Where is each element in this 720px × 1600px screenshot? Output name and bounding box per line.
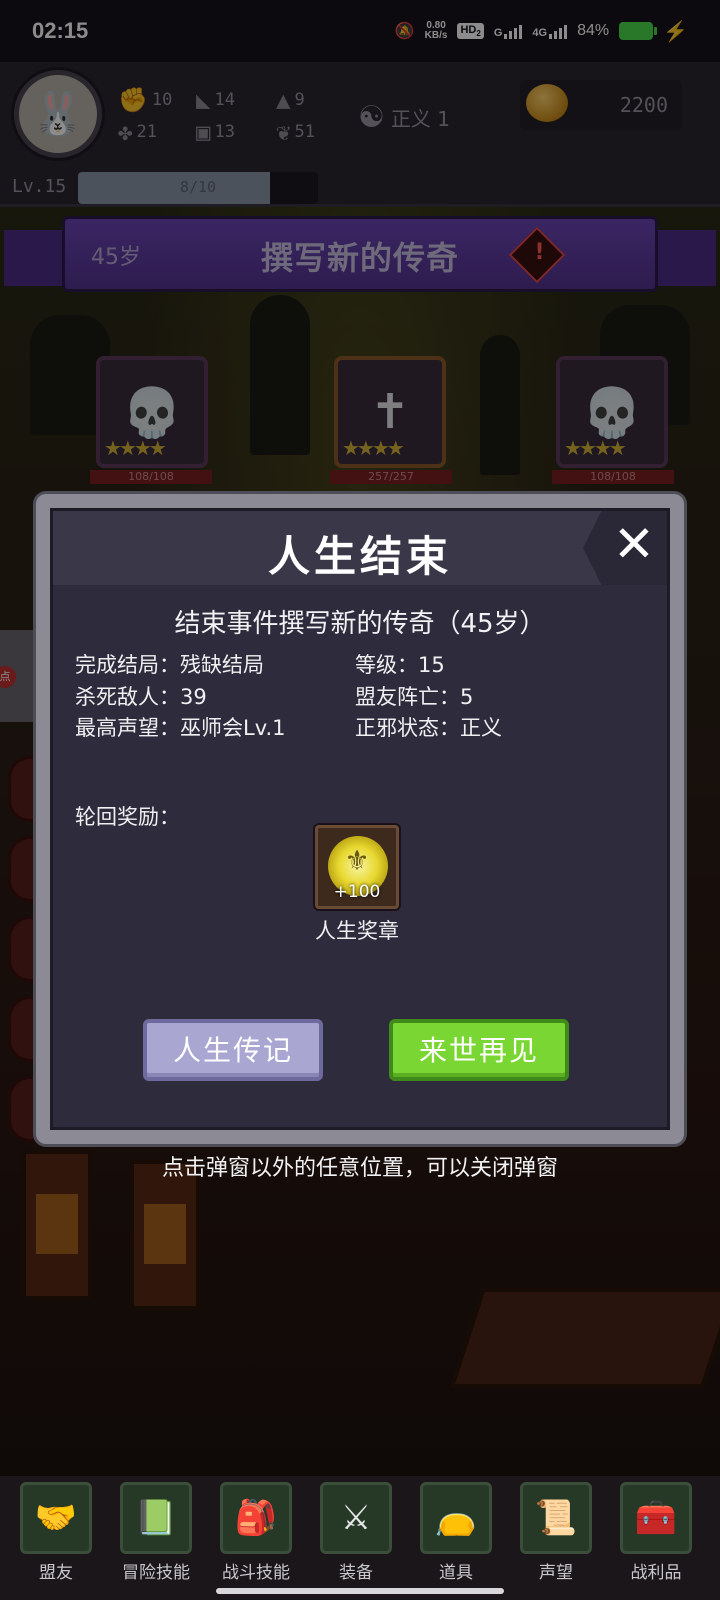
info-kills: 杀死敌人：39 — [75, 685, 207, 709]
reward-name: 人生奖章 — [315, 919, 399, 943]
life-biography-button[interactable]: 人生传记 — [143, 1019, 323, 1081]
info-level: 等级：15 — [355, 653, 445, 677]
nav-equipment[interactable]: ⚔ 装备 — [314, 1482, 398, 1592]
life-end-dialog: 人生结束 ✕ 结束事件撰写新的传奇（45岁） 完成结局：残缺结局 等级：15 杀… — [36, 494, 684, 1144]
info-reputation: 最高声望：巫师会Lv.1 — [75, 716, 286, 740]
book-icon: 📗 — [120, 1482, 192, 1554]
nav-adventure-skills[interactable]: 📗 冒险技能 — [114, 1482, 198, 1592]
close-icon: ✕ — [613, 515, 655, 573]
dialog-subtitle: 结束事件撰写新的传奇（45岁） — [174, 609, 546, 639]
shield-swords-icon: ⚔ — [320, 1482, 392, 1554]
pouch-icon: 👝 — [420, 1482, 492, 1554]
home-indicator[interactable] — [216, 1588, 504, 1594]
backpack-icon: 🎒 — [220, 1482, 292, 1554]
nav-reputation[interactable]: 📜 声望 — [514, 1482, 598, 1592]
info-ending: 完成结局：残缺结局 — [75, 653, 264, 677]
nav-items[interactable]: 👝 道具 — [414, 1482, 498, 1592]
nav-combat-skills[interactable]: 🎒 战斗技能 — [214, 1482, 298, 1592]
dialog-title: 人生结束 — [267, 532, 452, 581]
nav-loot[interactable]: 🧰 战利品 — [614, 1482, 698, 1592]
reward-item[interactable]: ⚜ +100 — [315, 825, 399, 909]
nav-allies[interactable]: 🤝 盟友 — [14, 1482, 98, 1592]
close-hint: 点击弹窗以外的任意位置，可以关闭弹窗 — [161, 1156, 558, 1181]
reward-qty: +100 — [333, 882, 381, 902]
next-life-button[interactable]: 来世再见 — [389, 1019, 569, 1081]
dialog-panel: 人生结束 ✕ 结束事件撰写新的传奇（45岁） 完成结局：残缺结局 等级：15 杀… — [50, 508, 670, 1130]
treasure-chest-icon: 🧰 — [620, 1482, 692, 1554]
info-morality: 正邪状态：正义 — [355, 716, 502, 740]
info-ally-deaths: 盟友阵亡：5 — [355, 685, 474, 709]
dialog-header: 人生结束 ✕ — [53, 511, 667, 585]
scroll-icon: 📜 — [520, 1482, 592, 1554]
handshake-icon: 🤝 — [20, 1482, 92, 1554]
bottom-nav: 🤝 盟友 📗 冒险技能 🎒 战斗技能 ⚔ 装备 👝 道具 📜 声望 🧰 战利品 — [0, 1476, 720, 1600]
reward-label: 轮回奖励： — [75, 805, 180, 829]
